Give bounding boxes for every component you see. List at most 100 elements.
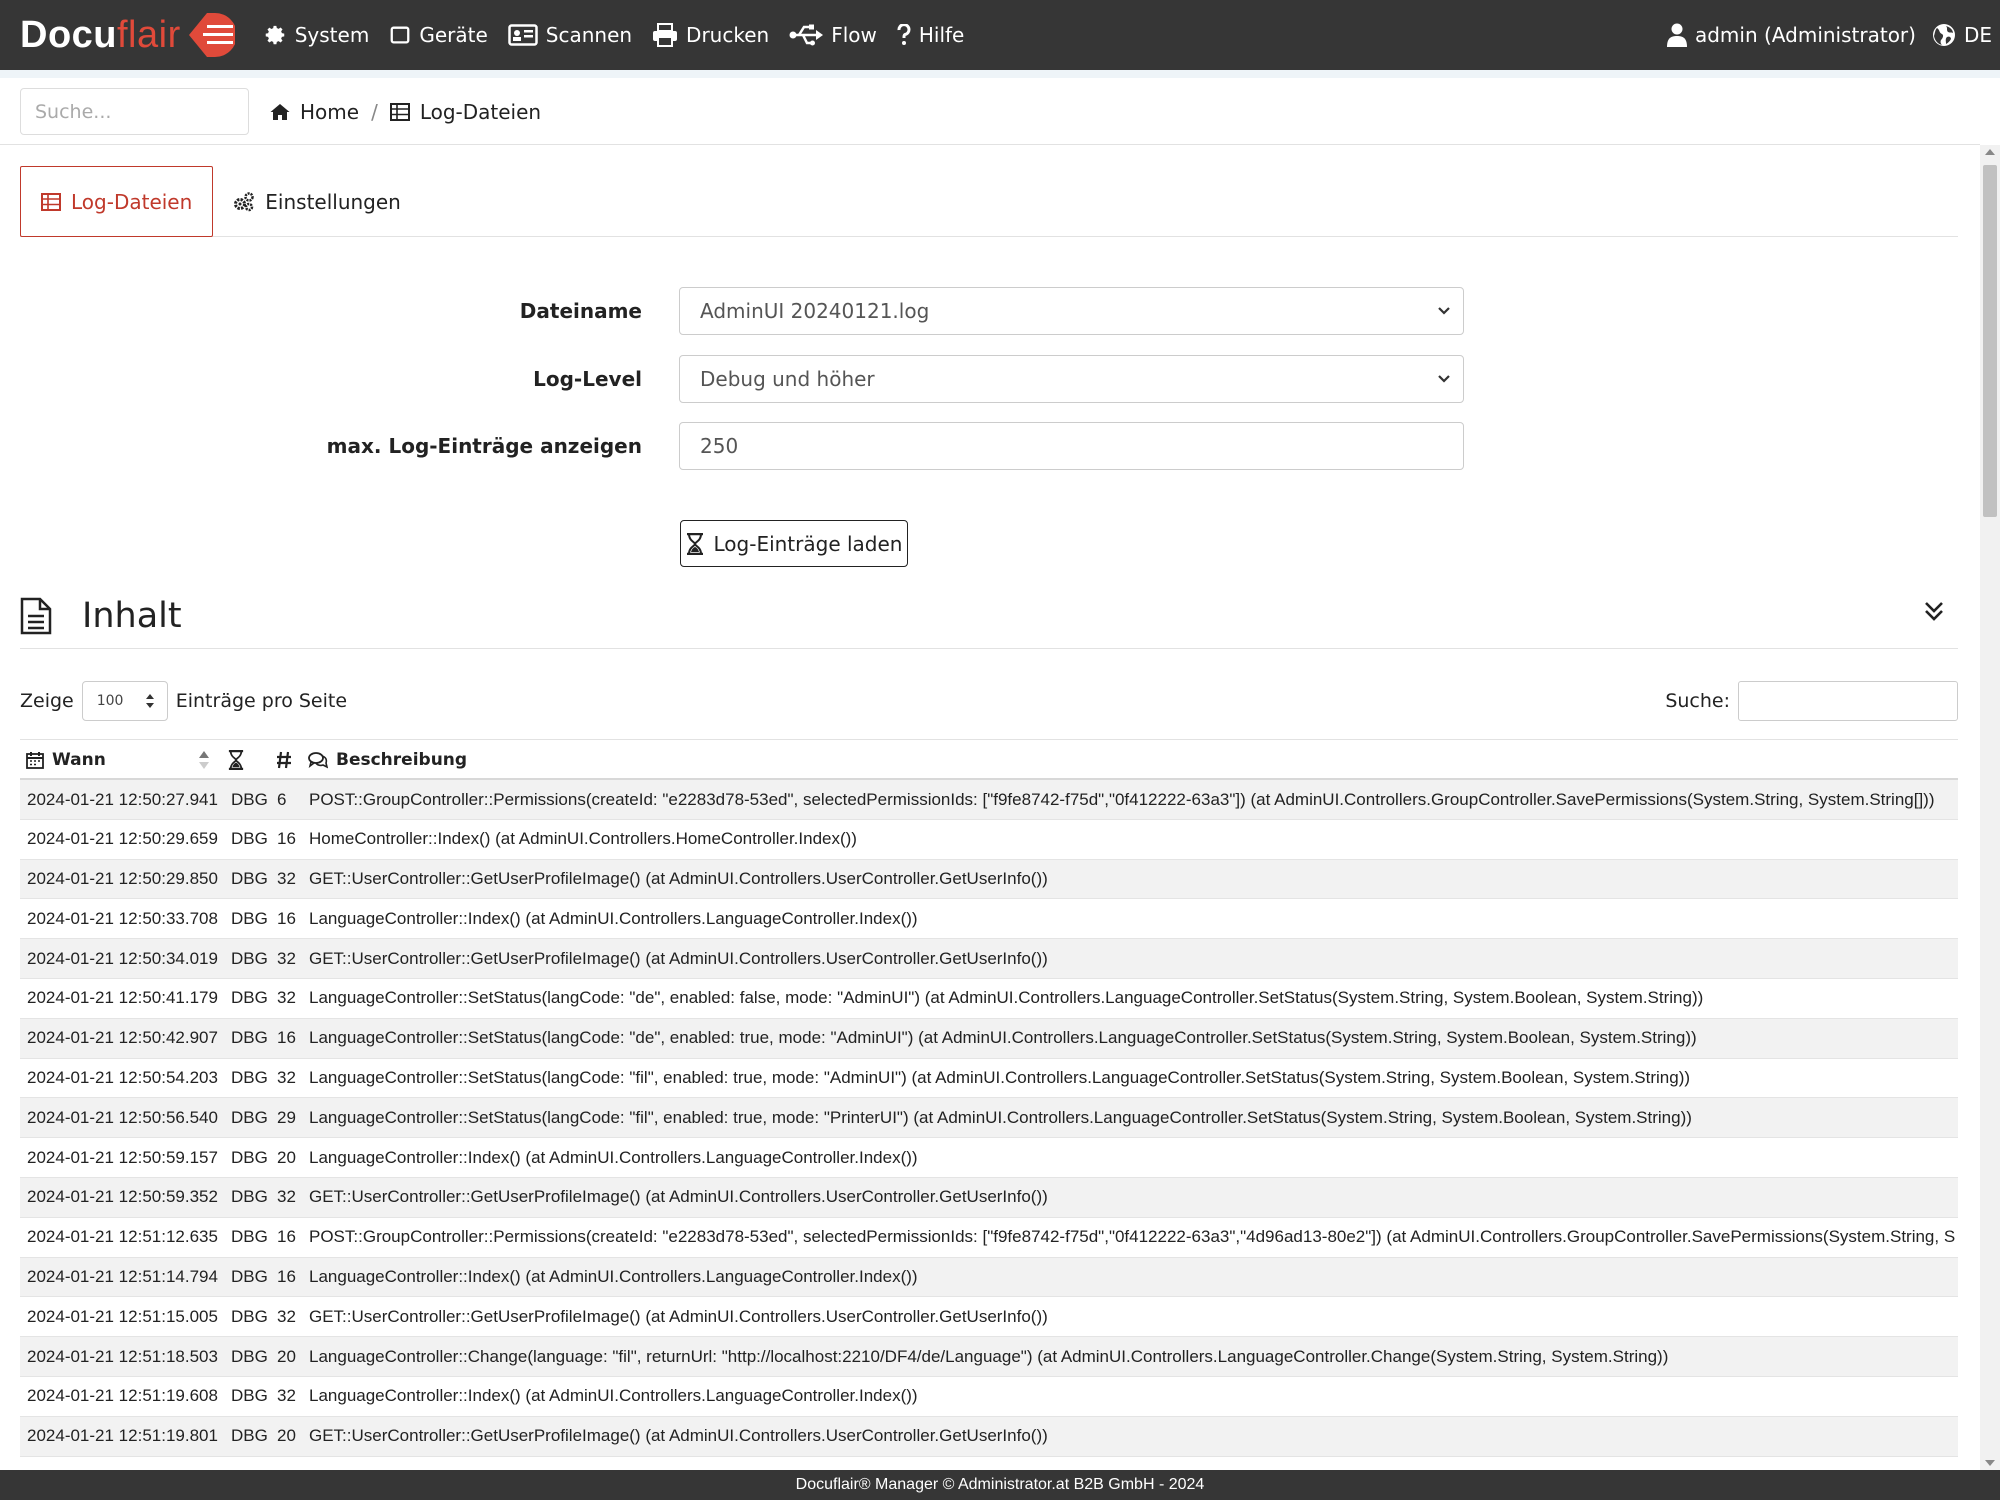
scrollbar-thumb[interactable] [1983,165,1997,517]
load-log-entries-button[interactable]: Log-Einträge laden [680,520,908,567]
col-number[interactable] [276,740,300,780]
logo-text-light: flair [117,13,181,56]
loglevel-label: Log-Level [533,367,642,391]
tab-settings-label: Einstellungen [265,189,401,214]
breadcrumb: Home / Log-Dateien [270,88,541,135]
nav-devices[interactable]: Geräte [389,23,488,47]
cell-description: POST::GroupController::Permissions(creat… [309,789,1935,809]
cell-description: POST::GroupController::Permissions(creat… [309,1227,1956,1247]
user-name: admin (Administrator) [1694,23,1916,47]
usb-icon [789,24,824,46]
cell-when: 2024-01-21 12:51:19.801 [27,1426,218,1446]
cell-when: 2024-01-21 12:50:33.708 [27,908,218,928]
cell-description: LanguageController::Index() (at AdminUI.… [309,1147,918,1167]
cell-description: LanguageController::SetStatus(langCode: … [309,988,1704,1008]
global-search-input[interactable] [20,88,249,135]
cell-number: 20 [277,1346,296,1366]
nav-help-label: Hilfe [918,23,965,47]
table-row[interactable]: 2024-01-21 12:50:59.352 DBG 32 GET::UserCon… [20,1177,1958,1218]
table-row[interactable]: 2024-01-21 12:50:27.941 DBG 6 POST::GroupCo… [20,780,1958,820]
cell-description: GET::UserController::GetUserProfileImage… [309,948,1048,968]
table-row[interactable]: 2024-01-21 12:50:59.157 DBG 20 LanguageCont… [20,1138,1958,1178]
nav-scan[interactable]: Scannen [508,23,632,47]
table-row[interactable]: 2024-01-21 12:50:56.540 DBG 29 LanguageCont… [20,1098,1958,1139]
table-row[interactable]: 2024-01-21 12:51:19.801 DBG 20 GET::UserCon… [20,1416,1958,1457]
page-size-select[interactable]: 100 [81,681,168,721]
nav-system-label: System [294,23,370,47]
table-row[interactable]: 2024-01-21 12:51:15.005 DBG 32 GET::UserCon… [20,1297,1958,1338]
cell-level: DBG [231,1306,268,1326]
header-divider [0,144,1980,145]
max-entries-row: max. Log-Einträge anzeigen 250 [0,422,1980,470]
table-row[interactable]: 2024-01-21 12:50:41.179 DBG 32 LanguageCont… [20,979,1958,1019]
cell-when: 2024-01-21 12:51:14.794 [27,1267,218,1287]
col-when[interactable]: Wann [26,740,106,780]
col-description[interactable]: Beschreibung [308,740,467,780]
table-row[interactable]: 2024-01-21 12:51:19.608 DBG 32 LanguageCont… [20,1377,1958,1417]
content-title: Inhalt [82,595,182,636]
cell-level: DBG [231,1426,268,1446]
page-size-value: 100 [96,693,124,709]
cell-description: HomeController::Index() (at AdminUI.Cont… [309,829,857,849]
page-scrollbar[interactable] [1980,145,2000,1470]
nav-print[interactable]: Drucken [652,23,769,47]
cell-when: 2024-01-21 12:50:29.659 [27,829,218,849]
per-page-label: Einträge pro Seite [175,690,348,712]
loglevel-select[interactable]: Debug und höher [679,355,1464,403]
cell-when: 2024-01-21 12:51:19.608 [27,1386,218,1406]
cell-description: LanguageController::SetStatus(langCode: … [309,1028,1697,1048]
hash-icon [277,751,291,769]
square-icon [390,26,410,44]
table-row[interactable]: 2024-01-21 12:50:33.708 DBG 16 LanguageCont… [20,899,1958,940]
breadcrumb-home[interactable]: Home [270,100,359,124]
language-selector[interactable]: DE [1932,23,1992,47]
col-duration[interactable] [228,740,252,780]
cell-number: 32 [277,948,296,968]
cell-when: 2024-01-21 12:50:42.907 [27,1028,218,1048]
table-row[interactable]: 2024-01-21 12:51:12.635 DBG 16 POST::GroupC… [20,1218,1958,1258]
cell-number: 32 [277,869,296,889]
nav-system[interactable]: System [265,23,370,47]
user-menu[interactable]: admin (Administrator) [1666,23,1916,47]
scroll-up-arrow-icon[interactable] [1985,149,1995,155]
docuflair-logo[interactable]: Docu flair [20,0,235,70]
table-row[interactable]: 2024-01-21 12:50:54.203 DBG 32 LanguageCont… [20,1059,1958,1099]
cell-when: 2024-01-21 12:50:41.179 [27,988,218,1008]
table-row[interactable]: 2024-01-21 12:50:29.850 DBG 32 GET::UserCon… [20,859,1958,900]
chevron-down-icon [1438,375,1450,383]
nav-flow[interactable]: Flow [789,23,877,47]
language-code: DE [1963,23,1992,47]
max-entries-input[interactable]: 250 [679,422,1464,470]
sort-ascending-icon[interactable] [198,750,210,770]
footer: Docuflair® Manager © Administrator.at B2… [0,1470,2000,1500]
tab-log-files[interactable]: Log-Dateien [20,166,214,237]
tab-settings[interactable]: Einstellungen [213,166,421,237]
navbar-subbar [0,70,2000,78]
logo-text-bold: Docu [20,13,117,56]
page-length-control: Zeige 100 Einträge pro Seite [20,681,347,721]
table-row[interactable]: 2024-01-21 12:50:42.907 DBG 16 LanguageCont… [20,1018,1958,1059]
cell-number: 32 [277,1306,296,1326]
table-body: 2024-01-21 12:50:27.941 DBG 6 POST::GroupCo… [20,780,1958,1457]
table-row[interactable]: 2024-01-21 12:51:18.503 DBG 20 LanguageCont… [20,1337,1958,1377]
filename-select[interactable]: AdminUI 20240121.log [679,287,1464,335]
table-icon [41,192,61,211]
double-chevron-down-icon[interactable] [1922,599,1946,623]
nav-help[interactable]: Hilfe [897,23,965,47]
breadcrumb-home-label: Home [300,99,360,124]
table-row[interactable]: 2024-01-21 12:50:34.019 DBG 32 GET::UserCon… [20,939,1958,979]
cell-description: LanguageController::Change(language: "fi… [309,1346,1669,1366]
scroll-down-arrow-icon[interactable] [1985,1460,1995,1466]
cell-level: DBG [231,1147,268,1167]
table-row[interactable]: 2024-01-21 12:50:29.659 DBG 16 HomeControll… [20,820,1958,860]
loglevel-row: Log-Level Debug und höher [0,355,1980,403]
table-row[interactable]: 2024-01-21 12:51:14.794 DBG 16 LanguageCont… [20,1257,1958,1298]
comments-icon [308,752,328,769]
table-icon [389,102,410,121]
chevron-down-icon [1438,307,1450,315]
cell-when: 2024-01-21 12:50:29.850 [27,869,218,889]
table-search-input[interactable] [1738,681,1958,721]
nav-scan-label: Scannen [545,23,633,47]
scanner-icon [508,24,538,46]
table-search-label: Suche: [1665,690,1730,712]
